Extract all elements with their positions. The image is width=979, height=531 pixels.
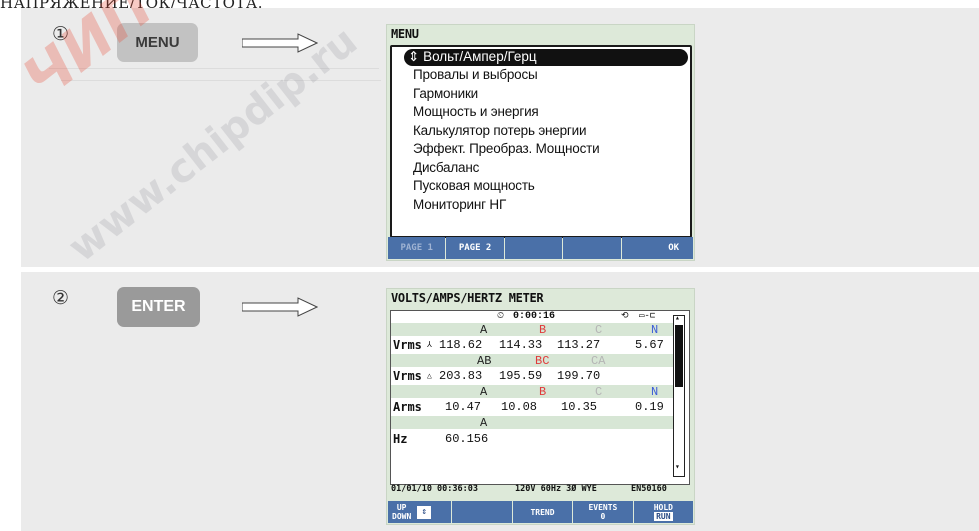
menu-item[interactable]: Калькулятор потерь энергии xyxy=(413,123,587,138)
value: 199.70 xyxy=(557,369,601,383)
menu-key[interactable]: MENU xyxy=(117,23,198,62)
value: 5.67 xyxy=(635,338,664,352)
value: 114.33 xyxy=(499,338,543,352)
phase-header: B xyxy=(539,385,547,399)
meter-readings: ⏲ 0:00:16 ⟲ ▭-⊏ A B C N Vrms ⅄ 118.62 11… xyxy=(390,310,690,485)
phase-header-row xyxy=(391,323,673,336)
status-nominal: 120V 60Hz 3Ø WYE xyxy=(515,484,597,494)
updown-icon: ⇕ xyxy=(408,49,420,64)
phase-header: N xyxy=(651,323,659,337)
run-label: RUN xyxy=(654,512,673,521)
menu-list: ⇕ Вольт/Ампер/Герц Провалы и выбросы Гар… xyxy=(390,45,692,238)
value: 10.08 xyxy=(501,400,538,414)
clock-icon: ⏲ xyxy=(497,311,505,321)
softkey-trend[interactable]: TREND xyxy=(512,501,573,523)
delta-symbol-icon: △ xyxy=(427,372,432,381)
menu-item[interactable]: Мониторинг НГ xyxy=(413,197,506,212)
phase-header: C xyxy=(595,323,603,337)
value: 10.35 xyxy=(561,400,598,414)
recording-icon: ⟲ xyxy=(621,311,629,321)
menu-item-selected[interactable]: ⇕ Вольт/Ампер/Герц xyxy=(404,49,688,66)
softkey-page-1[interactable]: PAGE 1 xyxy=(388,237,446,259)
step-1-panel: ① MENU MENU ⇕ Вольт/Ампер/Герц Провалы и… xyxy=(21,8,979,267)
events-label: EVENTS xyxy=(588,503,618,512)
scrollbar[interactable]: ▴ ▾ xyxy=(673,314,685,477)
wye-symbol-icon: ⅄ xyxy=(427,341,432,350)
phase-header: B xyxy=(539,323,547,337)
scrollbar-thumb[interactable] xyxy=(675,325,683,387)
events-count: 0 xyxy=(600,512,606,521)
phase-header: C xyxy=(595,385,603,399)
scroll-down-icon: ▾ xyxy=(675,463,680,472)
softkey-f4[interactable] xyxy=(563,237,621,259)
scroll-up-icon: ▴ xyxy=(675,314,680,323)
screen-title: VOLTS/AMPS/HERTZ METER xyxy=(391,291,544,305)
right-arrow-icon xyxy=(242,33,318,53)
value: 118.62 xyxy=(439,338,483,352)
phase-header-row xyxy=(391,385,673,398)
row-label: Vrms xyxy=(393,369,422,383)
softkey-bar: PAGE 1 PAGE 2 OK xyxy=(388,237,694,259)
softkey-events[interactable]: EVENTS 0 xyxy=(573,501,633,523)
softkey-up-label: UP xyxy=(396,503,407,512)
softkey-page-2[interactable]: PAGE 2 xyxy=(446,237,504,259)
phase-header: A xyxy=(480,323,488,337)
elapsed-timer: 0:00:16 xyxy=(513,311,556,322)
menu-item[interactable]: Пусковая мощность xyxy=(413,178,535,193)
row-label: Vrms xyxy=(393,338,422,352)
status-bar: 01/01/10 00:36:03 120V 60Hz 3Ø WYE EN501… xyxy=(391,483,689,497)
menu-item[interactable]: Провалы и выбросы xyxy=(413,67,538,82)
menu-item[interactable]: Эффект. Преобраз. Мощности xyxy=(413,141,600,156)
step-number: ① xyxy=(52,23,70,45)
status-standard: EN50160 xyxy=(631,484,667,494)
value: 203.83 xyxy=(439,369,483,383)
softkey-ok[interactable]: OK xyxy=(621,237,694,259)
right-arrow-icon xyxy=(242,297,318,317)
phase-header: N xyxy=(651,385,659,399)
phase-header: A xyxy=(480,416,488,430)
phase-header: A xyxy=(480,385,488,399)
softkey-updown[interactable]: UP DOWN ⇕ xyxy=(388,501,452,523)
value: 60.156 xyxy=(445,432,489,446)
battery-plug-icon: ▭-⊏ xyxy=(639,311,656,321)
value: 113.27 xyxy=(557,338,601,352)
status-datetime: 01/01/10 00:36:03 xyxy=(391,484,478,494)
divider xyxy=(61,80,381,81)
value: 10.47 xyxy=(445,400,482,414)
divider xyxy=(49,68,379,69)
enter-key[interactable]: ENTER xyxy=(117,287,200,327)
updown-arrows-icon: ⇕ xyxy=(417,505,432,519)
softkey-f2[interactable] xyxy=(452,501,512,523)
meter-screen: VOLTS/AMPS/HERTZ METER ⏲ 0:00:16 ⟲ ▭-⊏ A… xyxy=(386,288,695,525)
menu-item-label: Вольт/Ампер/Герц xyxy=(423,49,537,64)
menu-item[interactable]: Мощность и энергия xyxy=(413,104,539,119)
phase-header-row xyxy=(391,416,673,429)
phase-header-row xyxy=(391,354,673,367)
menu-item[interactable]: Гармоники xyxy=(413,86,478,101)
phase-header: AB xyxy=(477,354,492,368)
menu-item[interactable]: Дисбаланс xyxy=(413,160,479,175)
phase-header: BC xyxy=(535,354,550,368)
menu-screen: MENU ⇕ Вольт/Ампер/Герц Провалы и выброс… xyxy=(386,24,695,261)
step-2-panel: ② ENTER VOLTS/AMPS/HERTZ METER ⏲ 0:00:16… xyxy=(21,272,979,531)
row-label: Arms xyxy=(393,400,422,414)
softkey-down-label: DOWN xyxy=(392,512,412,521)
softkey-bar: UP DOWN ⇕ TREND EVENTS 0 HOLD RUN xyxy=(388,501,694,523)
hold-label: HOLD xyxy=(653,503,673,512)
phase-header: CA xyxy=(591,354,606,368)
row-label: Hz xyxy=(393,432,408,446)
value: 0.19 xyxy=(635,400,664,414)
value: 195.59 xyxy=(499,369,543,383)
softkey-hold-run[interactable]: HOLD RUN xyxy=(633,501,694,523)
step-number: ② xyxy=(52,287,70,309)
screen-title: MENU xyxy=(391,27,419,41)
softkey-f3[interactable] xyxy=(504,237,563,259)
